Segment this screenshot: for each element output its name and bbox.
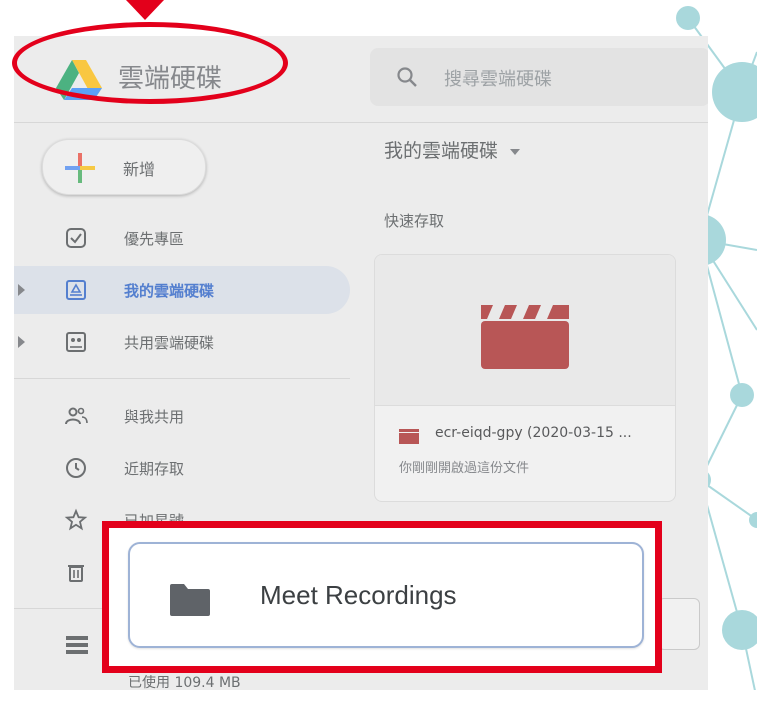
quick-access-card[interactable]: ecr-eiqd-gpy (2020-03-15 ... 你剛剛開啟過這份文件 xyxy=(374,254,676,502)
plus-icon xyxy=(65,153,95,183)
sidebar-item-shared-drives[interactable]: 共用雲端硬碟 xyxy=(14,318,350,366)
expand-caret-icon[interactable] xyxy=(18,336,25,348)
quick-access-heading: 快速存取 xyxy=(384,212,445,230)
sidebar-item-label: 優先專區 xyxy=(124,230,185,248)
chevron-down-icon[interactable] xyxy=(510,148,521,155)
sidebar-divider xyxy=(14,378,350,379)
sidebar-item-label: 近期存取 xyxy=(124,460,185,478)
sidebar-item-label: 與我共用 xyxy=(124,408,185,426)
trash-icon xyxy=(68,565,84,582)
sidebar-item-label: 共用雲端硬碟 xyxy=(124,334,215,352)
file-activity: 你剛剛開啟過這份文件 xyxy=(399,461,530,476)
header-divider xyxy=(14,122,708,123)
drive-icon xyxy=(66,280,86,300)
folder-item-meet-recordings[interactable]: Meet Recordings xyxy=(128,542,644,648)
star-icon xyxy=(64,508,88,531)
storage-icon[interactable] xyxy=(66,636,88,654)
people-icon xyxy=(65,407,88,425)
sidebar-item-shared-with-me[interactable]: 與我共用 xyxy=(14,392,350,440)
sidebar-item-label: 我的雲端硬碟 xyxy=(124,282,215,300)
search-placeholder: 搜尋雲端硬碟 xyxy=(444,69,552,90)
sidebar-item-my-drive[interactable]: 我的雲端硬碟 xyxy=(14,266,350,314)
bottom-strip xyxy=(0,690,757,704)
file-thumbnail xyxy=(375,255,675,406)
sidebar-item-priority[interactable]: 優先專區 xyxy=(14,214,350,262)
breadcrumb-current[interactable]: 我的雲端硬碟 xyxy=(384,140,498,162)
breadcrumb[interactable]: 我的雲端硬碟 xyxy=(384,136,521,163)
folder-icon xyxy=(170,584,210,616)
annotation-arrow-icon xyxy=(126,0,164,20)
new-button-label: 新增 xyxy=(123,160,156,179)
storage-usage: 已使用 109.4 MB xyxy=(128,675,241,691)
video-clapperboard-icon xyxy=(481,305,569,369)
annotation-oval xyxy=(12,22,288,104)
expand-caret-icon[interactable] xyxy=(18,284,25,296)
partial-button[interactable] xyxy=(658,598,700,650)
search-input[interactable]: 搜尋雲端硬碟 xyxy=(370,48,708,106)
search-icon[interactable] xyxy=(396,66,418,88)
clock-icon xyxy=(66,458,86,478)
shared-drive-icon xyxy=(66,332,86,352)
sidebar-item-recent[interactable]: 近期存取 xyxy=(14,444,350,492)
video-file-icon xyxy=(399,429,419,444)
folder-name: Meet Recordings xyxy=(260,580,457,610)
check-square-icon xyxy=(66,228,86,248)
new-button[interactable]: 新增 xyxy=(42,139,206,195)
file-name: ecr-eiqd-gpy (2020-03-15 ... xyxy=(435,425,632,441)
